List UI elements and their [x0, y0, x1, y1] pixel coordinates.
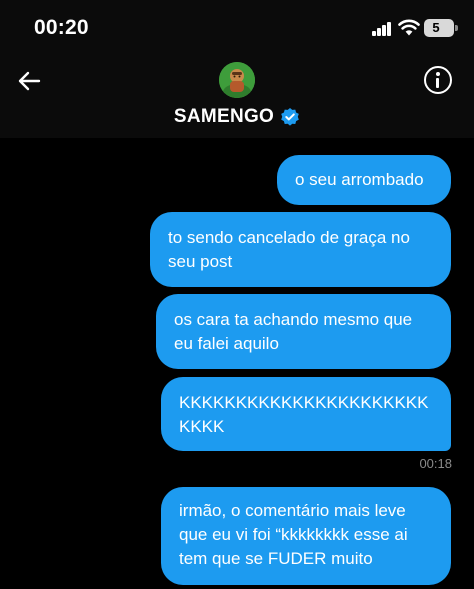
- message-bubble[interactable]: o seu arrombado: [277, 155, 451, 205]
- battery-icon: 5: [424, 19, 458, 37]
- arrow-left-icon: [18, 71, 41, 91]
- status-bar: 00:20 5: [0, 0, 474, 56]
- message-bubble[interactable]: to sendo cancelado de graça no seu post: [150, 212, 451, 287]
- chat-header: 00:20 5 SAMENGO: [0, 0, 474, 138]
- message-bubble[interactable]: os cara ta achando mesmo que eu falei aq…: [156, 294, 451, 369]
- status-time: 00:20: [34, 16, 89, 39]
- cellular-signal-icon: [372, 22, 392, 36]
- contact-name: SAMENGO: [173, 106, 275, 127]
- message-timestamp: 00:18: [419, 456, 452, 471]
- back-button[interactable]: [14, 66, 44, 96]
- wifi-icon: [398, 19, 420, 36]
- contact-name-row[interactable]: SAMENGO: [0, 104, 474, 130]
- avatar[interactable]: [219, 62, 255, 98]
- verified-badge-icon: [281, 108, 299, 126]
- info-button[interactable]: [424, 66, 452, 94]
- message-bubble[interactable]: KKKKKKKKKKKKKKKKKKKKKKKKKK: [161, 377, 451, 451]
- info-icon: [435, 72, 440, 76]
- battery-level: 5: [432, 20, 440, 35]
- avatar-image: [219, 62, 255, 98]
- message-bubble[interactable]: irmão, o comentário mais leve que eu vi …: [161, 487, 451, 585]
